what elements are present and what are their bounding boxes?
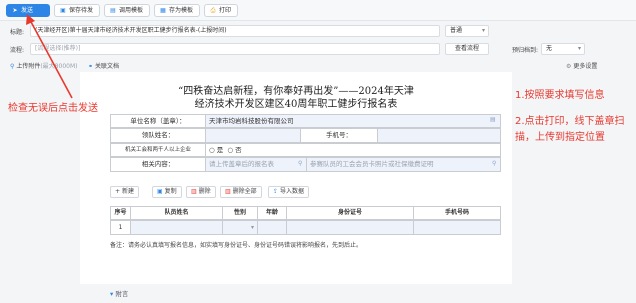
arrow-line: [29, 19, 73, 99]
arrow-head: [26, 14, 35, 25]
chevron-down-icon: ▾: [110, 290, 114, 298]
footer-bar: ▾ 附言: [0, 284, 636, 303]
annotation-arrow: [26, 14, 73, 99]
attachment-note-toggle[interactable]: ▾ 附言: [110, 288, 128, 298]
